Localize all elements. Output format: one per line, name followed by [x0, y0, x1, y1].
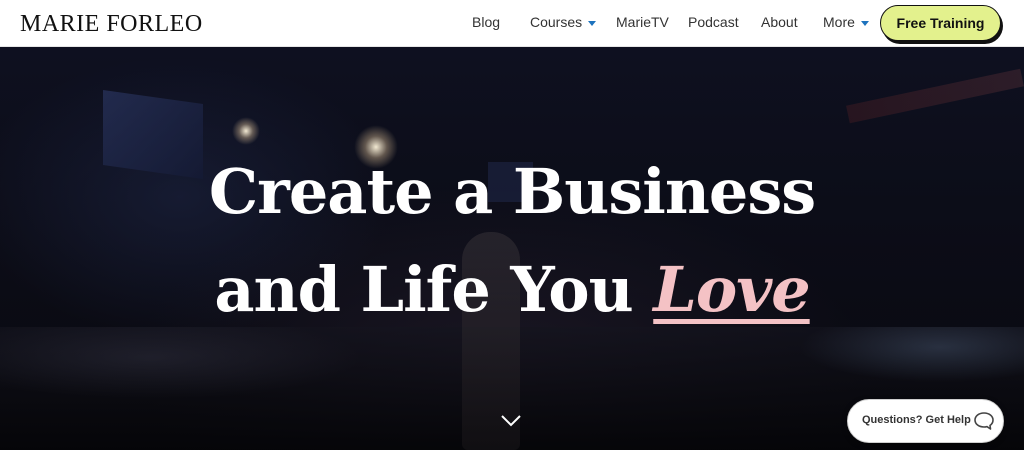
site-header: MARIE FORLEO Blog Courses MarieTV Podcas… — [0, 0, 1024, 47]
caret-down-icon — [860, 20, 869, 26]
hero-headline: Create a Business and Life You Love — [0, 143, 1024, 339]
hero-headline-accent: Love — [653, 253, 810, 326]
hero-headline-line-2-text: and Life You — [214, 253, 654, 326]
stage-light — [232, 117, 260, 145]
hero-section: Create a Business and Life You Love Ques… — [0, 47, 1024, 450]
nav-marietv[interactable]: MarieTV — [616, 14, 669, 30]
logo[interactable]: MARIE FORLEO — [20, 11, 203, 38]
nav-more-label: More — [823, 14, 855, 30]
chevron-down-icon[interactable] — [500, 414, 522, 428]
nav-about[interactable]: About — [761, 14, 798, 30]
hero-headline-line-1: Create a Business — [208, 155, 816, 228]
hero-headline-line-2: and Life You Love — [0, 241, 1024, 339]
nav-podcast[interactable]: Podcast — [688, 14, 739, 30]
hero-background-banner — [846, 68, 1024, 124]
nav-courses-label: Courses — [530, 14, 583, 30]
nav-more[interactable]: More — [823, 14, 869, 30]
help-chat-label: Questions? Get Help — [862, 414, 971, 426]
help-chat-button[interactable]: Questions? Get Help — [847, 399, 1004, 443]
chat-bubble-icon — [974, 412, 994, 430]
nav-blog[interactable]: Blog — [472, 14, 500, 30]
caret-down-icon — [588, 20, 597, 26]
nav-courses[interactable]: Courses — [530, 14, 597, 30]
free-training-button[interactable]: Free Training — [880, 5, 1001, 41]
